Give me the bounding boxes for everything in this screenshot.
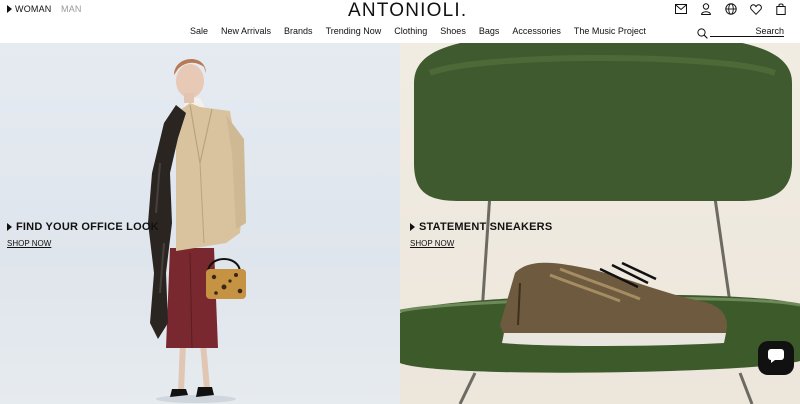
- main-nav: Sale New Arrivals Brands Trending Now Cl…: [0, 24, 800, 42]
- top-bar: WOMAN MAN ANTONIOLI.: [0, 0, 800, 22]
- user-icon[interactable]: [700, 3, 712, 15]
- office-look-shop-now-link[interactable]: SHOP NOW: [7, 239, 51, 248]
- sneakers-promo: STATEMENT SNEAKERS SHOP NOW: [410, 221, 552, 251]
- nav-item-accessories[interactable]: Accessories: [512, 26, 561, 36]
- search-icon[interactable]: [697, 26, 708, 44]
- office-look-title-text: FIND YOUR OFFICE LOOK: [16, 221, 159, 233]
- hero-office-look[interactable]: FIND YOUR OFFICE LOOK SHOP NOW: [0, 43, 400, 404]
- nav-item-shoes[interactable]: Shoes: [440, 26, 466, 36]
- office-look-title[interactable]: FIND YOUR OFFICE LOOK: [7, 221, 159, 233]
- nav-item-new-arrivals[interactable]: New Arrivals: [221, 26, 271, 36]
- nav-item-bags[interactable]: Bags: [479, 26, 500, 36]
- search-input[interactable]: Search: [710, 26, 784, 37]
- sneakers-title[interactable]: STATEMENT SNEAKERS: [410, 221, 552, 233]
- search-box[interactable]: Search: [697, 26, 784, 44]
- caret-right-icon: [410, 223, 415, 231]
- wishlist-icon[interactable]: [750, 3, 762, 15]
- utility-icons: [675, 3, 787, 15]
- gender-tab-label: WOMAN: [15, 4, 52, 14]
- caret-right-icon: [7, 223, 12, 231]
- nav-item-music-project[interactable]: The Music Project: [574, 26, 646, 36]
- nav-item-clothing[interactable]: Clothing: [394, 26, 427, 36]
- office-look-promo: FIND YOUR OFFICE LOOK SHOP NOW: [7, 221, 159, 251]
- site-logo[interactable]: ANTONIOLI.: [348, 0, 467, 22]
- nav-items: Sale New Arrivals Brands Trending Now Cl…: [190, 26, 659, 36]
- hero-statement-sneakers[interactable]: STATEMENT SNEAKERS SHOP NOW: [400, 43, 800, 404]
- mail-icon[interactable]: [675, 3, 687, 15]
- nav-item-sale[interactable]: Sale: [190, 26, 208, 36]
- nav-item-trending-now[interactable]: Trending Now: [326, 26, 382, 36]
- sneakers-shop-now-link[interactable]: SHOP NOW: [410, 239, 454, 248]
- sneakers-title-text: STATEMENT SNEAKERS: [419, 221, 553, 233]
- gender-tab-label: MAN: [61, 4, 82, 14]
- nav-item-brands[interactable]: Brands: [284, 26, 313, 36]
- chat-icon: [767, 348, 785, 369]
- globe-icon[interactable]: [725, 3, 737, 15]
- gender-tab-woman[interactable]: WOMAN: [7, 4, 52, 14]
- bag-icon[interactable]: [775, 3, 787, 15]
- caret-right-icon: [7, 5, 12, 13]
- gender-tab-man[interactable]: MAN: [61, 4, 82, 14]
- chat-button[interactable]: [758, 341, 794, 375]
